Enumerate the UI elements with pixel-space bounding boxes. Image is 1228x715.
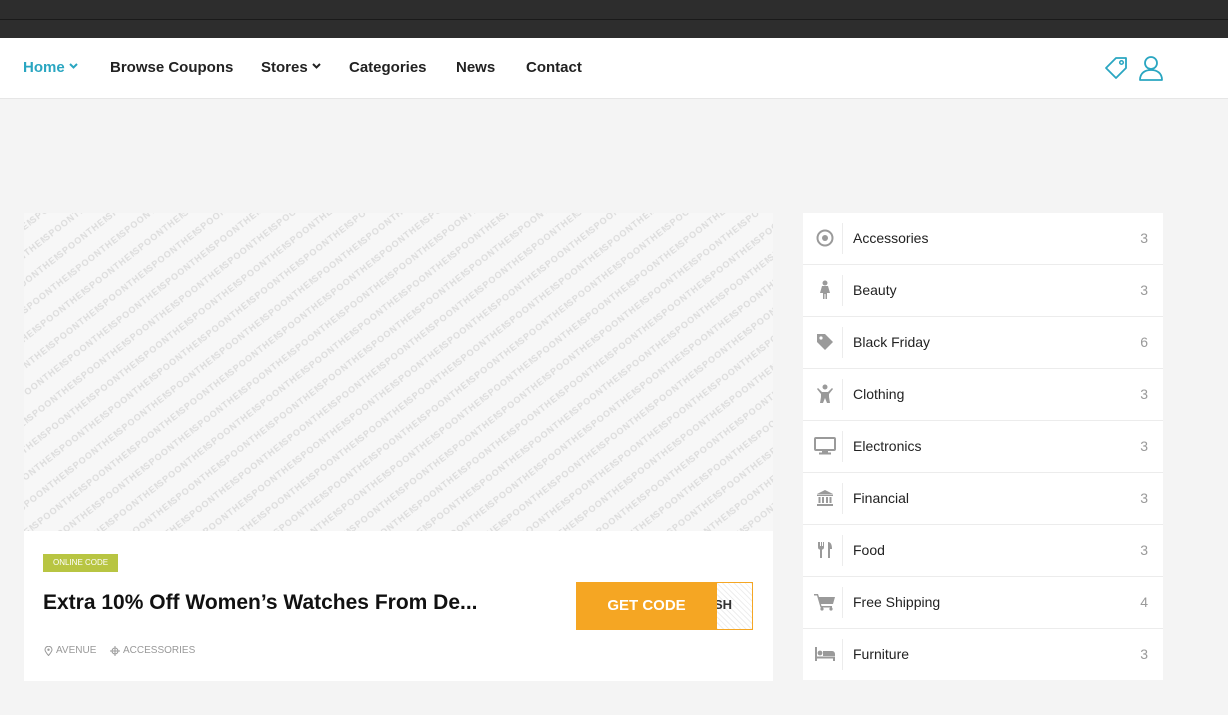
category-count: 4 [1140, 594, 1148, 610]
nav-categories[interactable]: Categories [349, 38, 427, 98]
coupon-store-link[interactable]: AVENUE [44, 645, 96, 656]
chevron-down-icon [68, 63, 78, 69]
category-count: 3 [1140, 490, 1148, 506]
category-row-beauty[interactable]: Beauty 3 [803, 265, 1163, 317]
coupon-category: ACCESSORIES [123, 645, 196, 656]
category-count: 3 [1140, 282, 1148, 298]
coupon-type-badge: ONLINE CODE [43, 554, 119, 572]
separator [842, 379, 843, 410]
map-pin-icon [44, 645, 53, 656]
coupon-image[interactable]: SPOONTHEMES [24, 213, 773, 531]
category-count: 3 [1140, 542, 1148, 558]
category-row-financial[interactable]: Financial 3 [803, 473, 1163, 525]
get-code-label: GET CODE [576, 582, 717, 630]
category-name: Furniture [853, 646, 910, 662]
separator [842, 587, 843, 618]
coupon-store: AVENUE [56, 645, 97, 656]
nav-contact[interactable]: Contact [526, 38, 582, 98]
category-name: Food [853, 542, 885, 558]
category-count: 3 [1140, 386, 1148, 402]
user-icon[interactable] [1137, 54, 1165, 82]
category-count: 3 [1140, 646, 1148, 662]
cart-icon [813, 590, 837, 614]
coupon-category-link[interactable]: ACCESSORIES [110, 645, 195, 656]
category-row-accessories[interactable]: Accessories 3 [803, 213, 1163, 265]
coupon-title[interactable]: Extra 10% Off Women’s Watches From De... [43, 591, 548, 615]
separator [842, 483, 843, 514]
category-name: Electronics [853, 438, 922, 454]
category-name: Financial [853, 490, 910, 506]
category-name: Black Friday [853, 334, 931, 350]
monitor-icon [813, 434, 837, 458]
category-name: Free Shipping [853, 594, 941, 610]
category-row-food[interactable]: Food 3 [803, 525, 1163, 577]
coupon-card: SPOONTHEMES ONLINE CODE Extra 10% Off Wo… [24, 213, 773, 681]
category-name: Clothing [853, 386, 905, 402]
nav-stores-label: Stores [261, 59, 308, 76]
crosshair-icon [110, 645, 120, 656]
woman-icon [813, 278, 837, 302]
nav-home-label: Home [23, 59, 65, 76]
separator [842, 431, 843, 462]
category-count: 3 [1140, 438, 1148, 454]
chevron-down-icon [311, 63, 321, 69]
category-row-black-friday[interactable]: Black Friday 6 [803, 317, 1163, 369]
top-bar [0, 0, 1228, 38]
tag-icon[interactable] [1102, 54, 1130, 82]
get-code-button[interactable]: SH GET CODE [576, 582, 753, 630]
tag-icon [813, 330, 837, 354]
separator [842, 639, 843, 670]
child-icon [813, 382, 837, 406]
nav-news[interactable]: News [456, 38, 495, 98]
nav-home[interactable]: Home [23, 38, 78, 98]
category-row-electronics[interactable]: Electronics 3 [803, 421, 1163, 473]
category-row-free-shipping[interactable]: Free Shipping 4 [803, 577, 1163, 629]
category-count: 6 [1140, 334, 1148, 350]
separator [842, 223, 843, 254]
category-name: Beauty [853, 282, 897, 298]
bank-icon [813, 486, 837, 510]
target-icon [813, 226, 837, 250]
separator [842, 275, 843, 306]
top-bar-divider [0, 19, 1228, 20]
category-name: Accessories [853, 230, 929, 246]
nav-stores[interactable]: Stores [261, 38, 321, 98]
bed-icon [813, 642, 837, 666]
separator [842, 535, 843, 566]
separator [842, 327, 843, 358]
category-count: 3 [1140, 230, 1148, 246]
main-nav: Home Browse Coupons Stores Categories Ne… [0, 38, 1228, 99]
categories-widget: Accessories 3 Beauty 3 Black Friday 6 Cl… [803, 213, 1163, 680]
category-row-clothing[interactable]: Clothing 3 [803, 369, 1163, 421]
cutlery-icon [813, 538, 837, 562]
nav-browse-coupons[interactable]: Browse Coupons [110, 38, 233, 98]
category-row-furniture[interactable]: Furniture 3 [803, 629, 1163, 680]
